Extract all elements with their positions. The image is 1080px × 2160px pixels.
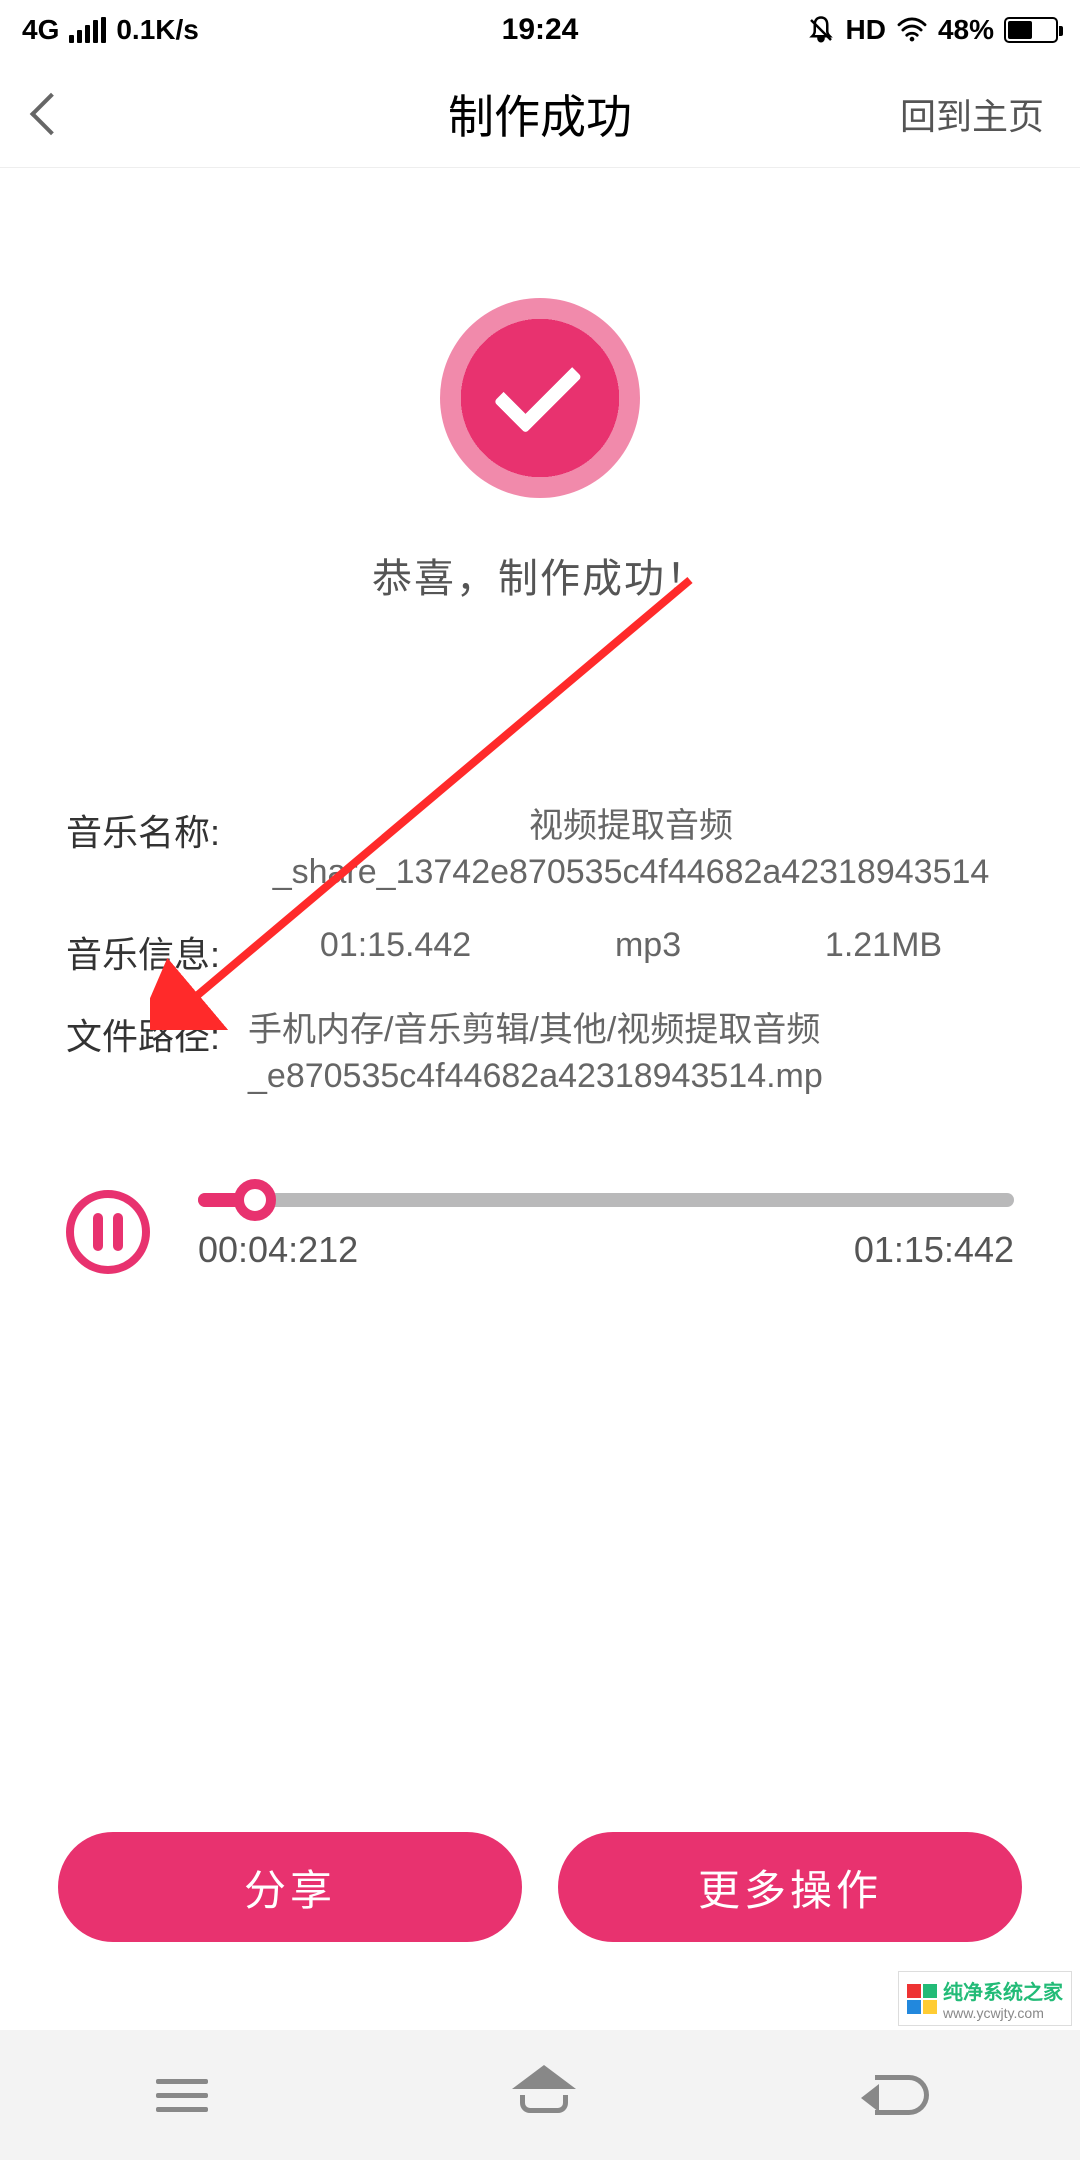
success-message: 恭喜，制作成功！ (0, 546, 1080, 604)
name-value: 视频提取音频_share_13742e870535c4f44682a423189… (248, 804, 1014, 896)
time-current: 00:04:212 (198, 1229, 358, 1271)
wifi-icon (896, 17, 928, 43)
bottom-actions: 分享 更多操作 (0, 1832, 1080, 1942)
mute-icon (806, 15, 836, 45)
network-type: 4G (22, 14, 59, 46)
share-button[interactable]: 分享 (58, 1832, 522, 1942)
battery-percent: 48% (938, 14, 994, 46)
progress-track[interactable] (198, 1193, 1014, 1207)
info-row-meta: 音乐信息: 01:15.442 mp3 1.21MB (66, 926, 1014, 978)
battery-icon (1004, 17, 1058, 43)
watermark-text: 纯净系统之家 (943, 1982, 1063, 2004)
watermark-url: www.ycwjty.com (943, 2005, 1063, 2021)
meta-format: mp3 (615, 926, 681, 965)
info-row-path: 文件路径: 手机内存/音乐剪辑/其他/视频提取音频_e870535c4f4468… (66, 1008, 1014, 1100)
network-speed: 0.1K/s (116, 14, 199, 46)
status-right: HD 48% (806, 14, 1059, 46)
file-info: 音乐名称: 视频提取音频_share_13742e870535c4f44682a… (0, 804, 1080, 1100)
name-label: 音乐名称: (66, 804, 220, 856)
hd-label: HD (846, 14, 886, 46)
info-row-name: 音乐名称: 视频提取音频_share_13742e870535c4f44682a… (66, 804, 1014, 896)
success-area: 恭喜，制作成功！ (0, 168, 1080, 604)
system-nav-bar (0, 2030, 1080, 2160)
status-time: 19:24 (502, 13, 579, 47)
progress-thumb[interactable] (234, 1179, 276, 1221)
nav-back-icon[interactable] (875, 2075, 929, 2115)
status-left: 4G 0.1K/s (22, 14, 199, 46)
nav-home-icon[interactable] (514, 2071, 574, 2119)
audio-player: 00:04:212 01:15:442 (0, 1190, 1080, 1274)
page-title: 制作成功 (448, 81, 632, 147)
more-actions-button[interactable]: 更多操作 (558, 1832, 1022, 1942)
meta-duration: 01:15.442 (320, 926, 471, 965)
home-link[interactable]: 回到主页 (900, 88, 1044, 140)
time-total: 01:15:442 (854, 1229, 1014, 1271)
meta-label: 音乐信息: (66, 926, 220, 978)
path-label: 文件路径: (66, 1008, 220, 1060)
status-bar: 4G 0.1K/s 19:24 HD 48% (0, 0, 1080, 60)
success-check-icon (440, 298, 640, 498)
back-icon[interactable] (30, 92, 72, 134)
track-wrap: 00:04:212 01:15:442 (198, 1193, 1014, 1271)
meta-size: 1.21MB (825, 926, 942, 965)
watermark-logo-icon (907, 1984, 937, 2014)
signal-icon (69, 17, 106, 43)
watermark: 纯净系统之家 www.ycwjty.com (898, 1971, 1072, 2026)
pause-button[interactable] (66, 1190, 150, 1274)
path-value: 手机内存/音乐剪辑/其他/视频提取音频_e870535c4f44682a4231… (248, 1008, 1014, 1100)
app-header: 制作成功 回到主页 (0, 60, 1080, 168)
time-row: 00:04:212 01:15:442 (198, 1229, 1014, 1271)
nav-recents-icon[interactable] (151, 2064, 213, 2126)
